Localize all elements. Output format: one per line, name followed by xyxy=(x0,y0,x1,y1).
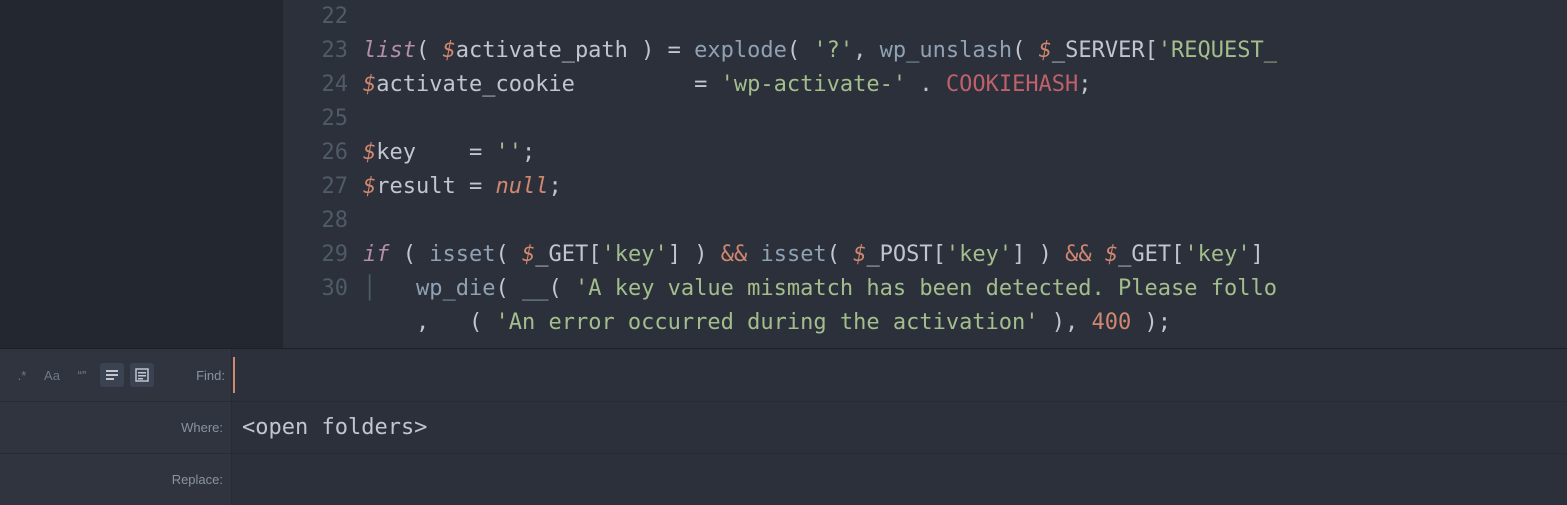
case-sensitive-toggle[interactable]: Aa xyxy=(40,363,64,387)
use-buffer-toggle[interactable] xyxy=(130,363,154,387)
code-editor[interactable]: 222324252627282930 list( $activate_path … xyxy=(283,0,1567,348)
gutter: 222324252627282930 xyxy=(283,0,348,348)
line-number: 29 xyxy=(283,238,348,272)
code-line[interactable]: $key = ''; xyxy=(363,136,1567,170)
code-line[interactable] xyxy=(363,204,1567,238)
find-in-files-panel: .* Aa “” xyxy=(0,348,1567,505)
line-number: 24 xyxy=(283,68,348,102)
code-line[interactable]: if ( isset( $_GET['key'] ) && isset( $_P… xyxy=(363,238,1567,272)
show-context-toggle[interactable] xyxy=(100,363,124,387)
line-number: 28 xyxy=(283,204,348,238)
line-number: 27 xyxy=(283,170,348,204)
code-line[interactable] xyxy=(363,102,1567,136)
editor-area: 222324252627282930 list( $activate_path … xyxy=(0,0,1567,348)
line-number: 26 xyxy=(283,136,348,170)
code-line[interactable]: │ wp_die( __( 'A key value mismatch has … xyxy=(363,272,1567,306)
line-number: 23 xyxy=(283,34,348,68)
code-line[interactable] xyxy=(363,0,1567,34)
line-number: 25 xyxy=(283,102,348,136)
find-label: Find: xyxy=(196,368,231,383)
find-input[interactable] xyxy=(232,349,1567,401)
replace-input[interactable] xyxy=(232,454,1567,505)
regex-toggle[interactable]: .* xyxy=(10,363,34,387)
whole-word-toggle[interactable]: “” xyxy=(70,363,94,387)
where-input[interactable]: <open folders> xyxy=(232,402,1567,453)
line-number: 30 xyxy=(283,272,348,306)
replace-label: Replace: xyxy=(0,454,232,505)
code-content[interactable]: list( $activate_path ) = explode( '?', w… xyxy=(363,0,1567,340)
line-number xyxy=(283,306,348,340)
where-label: Where: xyxy=(0,402,232,453)
code-line[interactable]: , ( 'An error occurred during the activa… xyxy=(363,306,1567,340)
code-line[interactable]: $result = null; xyxy=(363,170,1567,204)
text-caret xyxy=(233,357,235,393)
code-line[interactable]: list( $activate_path ) = explode( '?', w… xyxy=(363,34,1567,68)
search-options-toolbar: .* Aa “” xyxy=(0,349,232,401)
sidebar xyxy=(0,0,283,348)
line-number: 22 xyxy=(283,0,348,34)
code-line[interactable]: $activate_cookie = 'wp-activate-' . COOK… xyxy=(363,68,1567,102)
